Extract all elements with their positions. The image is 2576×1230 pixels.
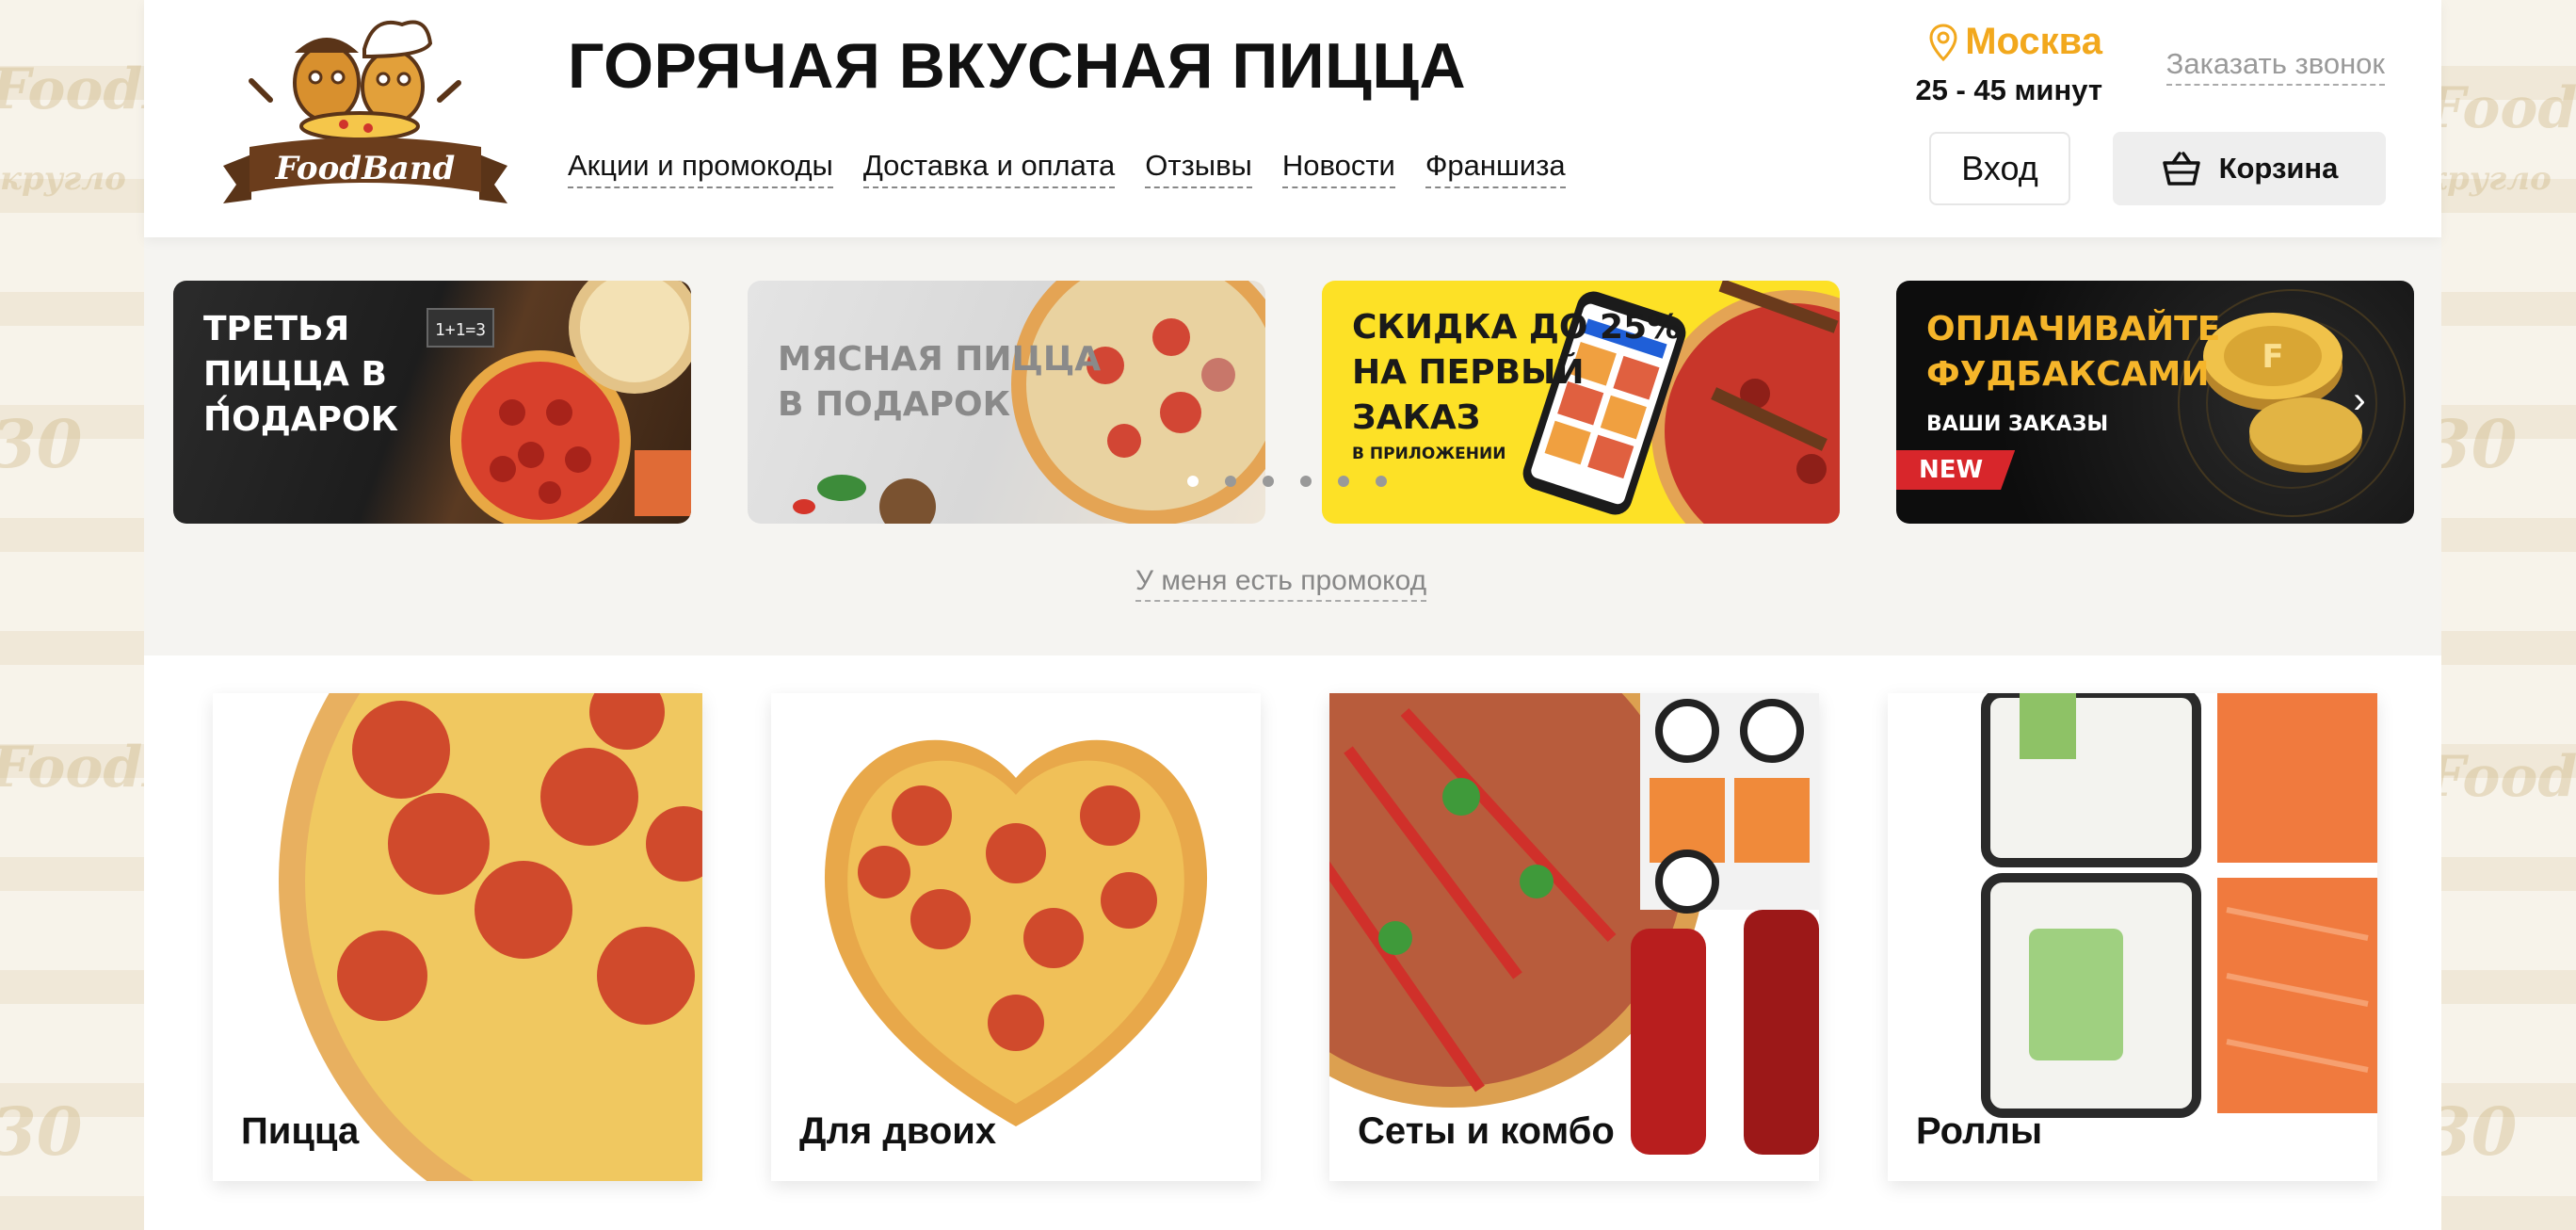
carousel-dot[interactable] xyxy=(1300,476,1312,487)
bg-logo-watermark: Food xyxy=(2425,75,2576,141)
banner-line: в подарок xyxy=(778,385,1011,424)
banner-line: Оплачивайте xyxy=(1926,310,2221,348)
chevron-right-icon: › xyxy=(2353,379,2366,421)
promo-banner-foodbucks[interactable]: F Оплачивайте фудбаксами ВАШИ ЗАКАЗЫ NEW xyxy=(1896,281,2414,524)
banner-line: Третья xyxy=(203,310,350,348)
background-pattern-left: FoodB кругло 30 FoodB 30 xyxy=(0,0,190,1230)
bg-watermark-text: кругло xyxy=(2425,160,2552,198)
banner-subtitle: ВАШИ ЗАКАЗЫ xyxy=(1926,413,2109,436)
carousel-pagination xyxy=(1187,476,1387,487)
bg-watermark-number: 30 xyxy=(0,1092,83,1171)
category-label: Для двоих xyxy=(799,1110,997,1152)
bg-watermark-number: 30 xyxy=(0,405,83,483)
banner-line: Мясная пицца xyxy=(778,340,1102,379)
logo[interactable]: FoodBand xyxy=(214,15,517,213)
nav-promotions[interactable]: Акции и промокоды xyxy=(568,149,833,188)
heart-pizza-image xyxy=(824,739,1208,1126)
new-badge: NEW xyxy=(1896,450,2016,490)
banner-subtitle: В ПРИЛОЖЕНИИ xyxy=(1352,445,1506,463)
nav-delivery[interactable]: Доставка и оплата xyxy=(862,149,1116,188)
cart-button[interactable]: Корзина xyxy=(2113,132,2386,205)
carousel-dot[interactable] xyxy=(1187,476,1199,487)
carousel-prev-button[interactable]: ‹ xyxy=(208,377,236,424)
banner-title: Мясная пицца в подарок xyxy=(778,337,1101,428)
nav-reviews[interactable]: Отзывы xyxy=(1145,149,1252,188)
banner-title: Скидка до 25% на первый заказ xyxy=(1352,305,1681,441)
category-label: Роллы xyxy=(1916,1110,2043,1152)
pizza-illustration: 1+1=3 xyxy=(427,281,691,524)
category-card-for-two[interactable]: Для двоих xyxy=(771,693,1261,1181)
carousel-next-button[interactable]: › xyxy=(2345,377,2374,424)
pizza-image xyxy=(279,693,702,1181)
carousel-dot[interactable] xyxy=(1263,476,1274,487)
location-pin-icon xyxy=(1929,23,1957,61)
chevron-left-icon: ‹ xyxy=(216,379,229,421)
carousel-dot[interactable] xyxy=(1338,476,1349,487)
chalk-equation: 1+1=3 xyxy=(435,320,486,340)
basket-icon xyxy=(2162,152,2200,186)
promo-banner-app-discount[interactable]: Скидка до 25% на первый заказ В ПРИЛОЖЕН… xyxy=(1322,281,1840,524)
logo-wordmark: FoodBand xyxy=(275,150,456,187)
category-card-rolls[interactable]: Роллы xyxy=(1888,693,2377,1181)
login-button[interactable]: Вход xyxy=(1929,132,2070,205)
page-title: ГОРЯЧАЯ ВКУСНАЯ ПИЦЦА xyxy=(568,30,1467,102)
coin-symbol: F xyxy=(2262,338,2283,376)
category-label: Пицца xyxy=(241,1110,360,1152)
category-label: Сеты и комбо xyxy=(1358,1110,1615,1152)
rolls-image xyxy=(1981,693,2377,1118)
combo-image xyxy=(1329,693,1819,1155)
main-nav: Акции и промокоды Доставка и оплата Отзы… xyxy=(568,149,1566,188)
banner-line: на первый xyxy=(1352,353,1585,392)
callback-link[interactable]: Заказать звонок xyxy=(2165,47,2385,86)
banner-line: заказ xyxy=(1352,398,1481,437)
delivery-eta: 25 - 45 минут xyxy=(1915,73,2102,106)
herbs-illustration xyxy=(793,475,936,524)
category-card-sets-combo[interactable]: Сеты и комбо xyxy=(1329,693,1819,1181)
nav-franchise[interactable]: Франшиза xyxy=(1425,149,1566,188)
page-container: FoodBand ГОРЯЧАЯ ВКУСНАЯ ПИЦЦА Акции и п… xyxy=(144,0,2441,1230)
category-section: Пицца Для двоих Сеты и комбо Роллы xyxy=(144,655,2441,1230)
cart-label: Корзина xyxy=(2218,152,2339,185)
nav-news[interactable]: Новости xyxy=(1281,149,1395,188)
bg-logo-watermark: Food xyxy=(2425,744,2576,810)
carousel-dot[interactable] xyxy=(1376,476,1387,487)
promo-banner-meat-pizza[interactable]: Мясная пицца в подарок xyxy=(748,281,1265,524)
promo-banner-third-pizza[interactable]: 1+1=3 Третья пицца в подарок xyxy=(173,281,691,524)
site-header: FoodBand ГОРЯЧАЯ ВКУСНАЯ ПИЦЦА Акции и п… xyxy=(144,0,2441,237)
banner-line: фудбаксами xyxy=(1926,355,2210,394)
banner-line: Скидка до 25% xyxy=(1352,308,1682,347)
category-card-pizza[interactable]: Пицца xyxy=(213,693,702,1181)
background-pattern-right: Food кругло 30 Food 30 xyxy=(2425,0,2576,1230)
city-name: Москва xyxy=(1965,21,2102,62)
logo-mascots-icon: FoodBand xyxy=(223,20,507,203)
carousel-dot[interactable] xyxy=(1225,476,1236,487)
banner-title: Оплачивайте фудбаксами xyxy=(1926,307,2220,397)
city-selector[interactable]: Москва xyxy=(1929,21,2102,63)
bg-watermark-text: кругло xyxy=(0,160,126,198)
promo-code-link[interactable]: У меня есть промокод xyxy=(1135,565,1427,602)
